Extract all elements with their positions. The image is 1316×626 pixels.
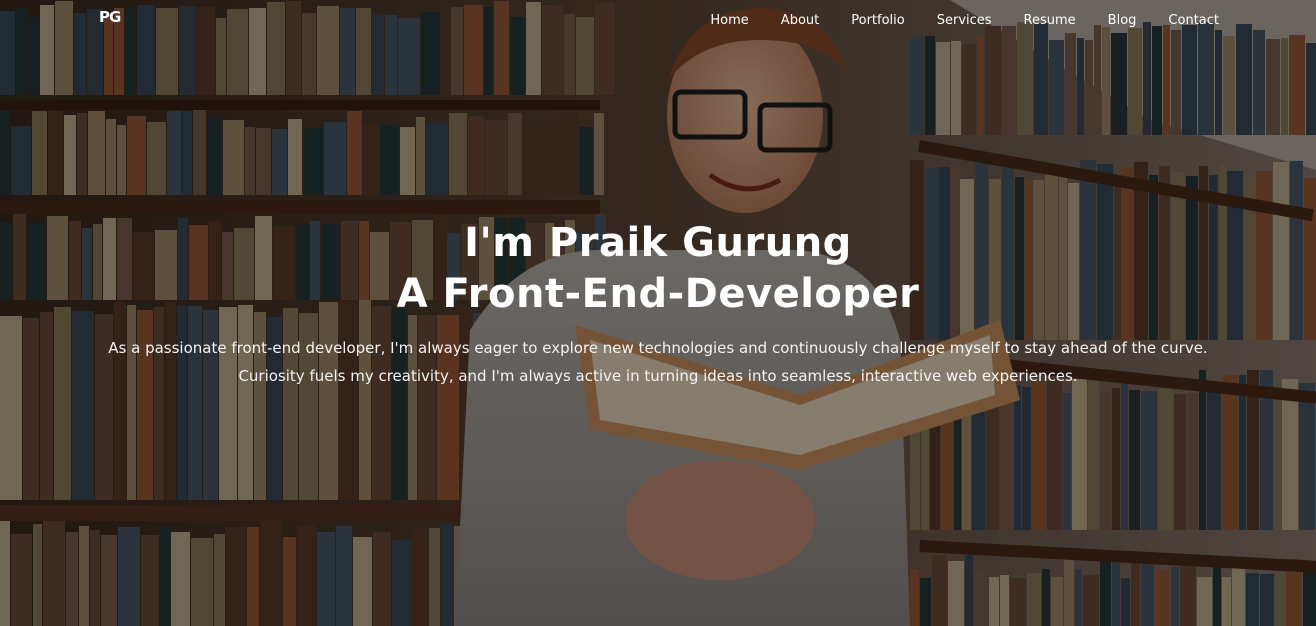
hero-section: PG Home About Portfolio Services Resume …: [0, 0, 1316, 626]
nav-link-services[interactable]: Services: [937, 13, 992, 28]
navbar: PG Home About Portfolio Services Resume …: [0, 0, 1316, 36]
nav-link-about[interactable]: About: [781, 13, 819, 28]
nav-links: Home About Portfolio Services Resume Blo…: [710, 9, 1219, 28]
nav-link-contact[interactable]: Contact: [1168, 13, 1219, 28]
hero-description: As a passionate front-end developer, I'm…: [108, 339, 1208, 385]
hero-title-name: I'm Praik Gurung: [464, 220, 852, 266]
nav-link-blog[interactable]: Blog: [1108, 13, 1137, 28]
hero-content: I'm Praik Gurung A Front-End-Developer A…: [0, 218, 1316, 390]
nav-link-home[interactable]: Home: [710, 13, 748, 28]
nav-link-resume[interactable]: Resume: [1024, 13, 1076, 28]
hero-title-role: A Front-End-Developer: [396, 271, 920, 317]
logo[interactable]: PG: [99, 8, 121, 26]
nav-link-portfolio[interactable]: Portfolio: [851, 13, 904, 28]
hero-title: I'm Praik Gurung A Front-End-Developer: [0, 218, 1316, 320]
